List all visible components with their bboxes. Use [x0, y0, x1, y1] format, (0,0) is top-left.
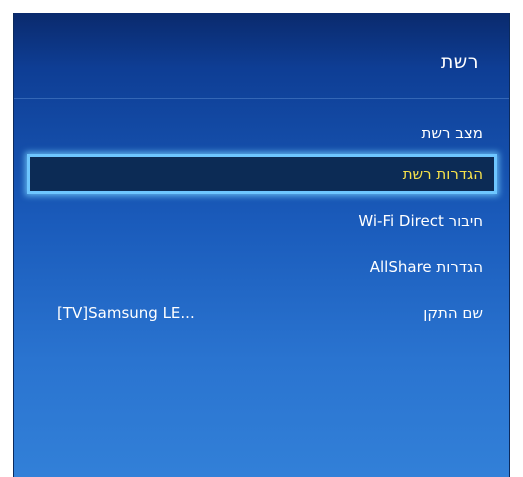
title-divider	[14, 98, 509, 99]
menu-item-label: הגדרות AllShare	[369, 258, 483, 276]
device-name-value: [TV]Samsung LE...	[57, 304, 195, 322]
menu-item-network-status[interactable]: מצב רשת	[27, 113, 497, 153]
menu-item-label: חיבור Wi-Fi Direct	[358, 212, 483, 230]
menu-item-label: הגדרות רשת	[402, 165, 483, 183]
menu-item-label: מצב רשת	[421, 124, 483, 142]
menu-item-network-settings[interactable]: הגדרות רשת	[27, 154, 497, 194]
menu-item-allshare-settings[interactable]: הגדרות AllShare	[27, 247, 497, 287]
menu-item-device-name[interactable]: שם התקן [TV]Samsung LE...	[27, 293, 497, 333]
network-menu-panel: רשת מצב רשת הגדרות רשת חיבור Wi-Fi Direc…	[13, 13, 510, 477]
menu-title: רשת	[440, 51, 479, 73]
menu-item-label: שם התקן	[423, 304, 483, 322]
menu-item-wifi-direct[interactable]: חיבור Wi-Fi Direct	[27, 201, 497, 241]
